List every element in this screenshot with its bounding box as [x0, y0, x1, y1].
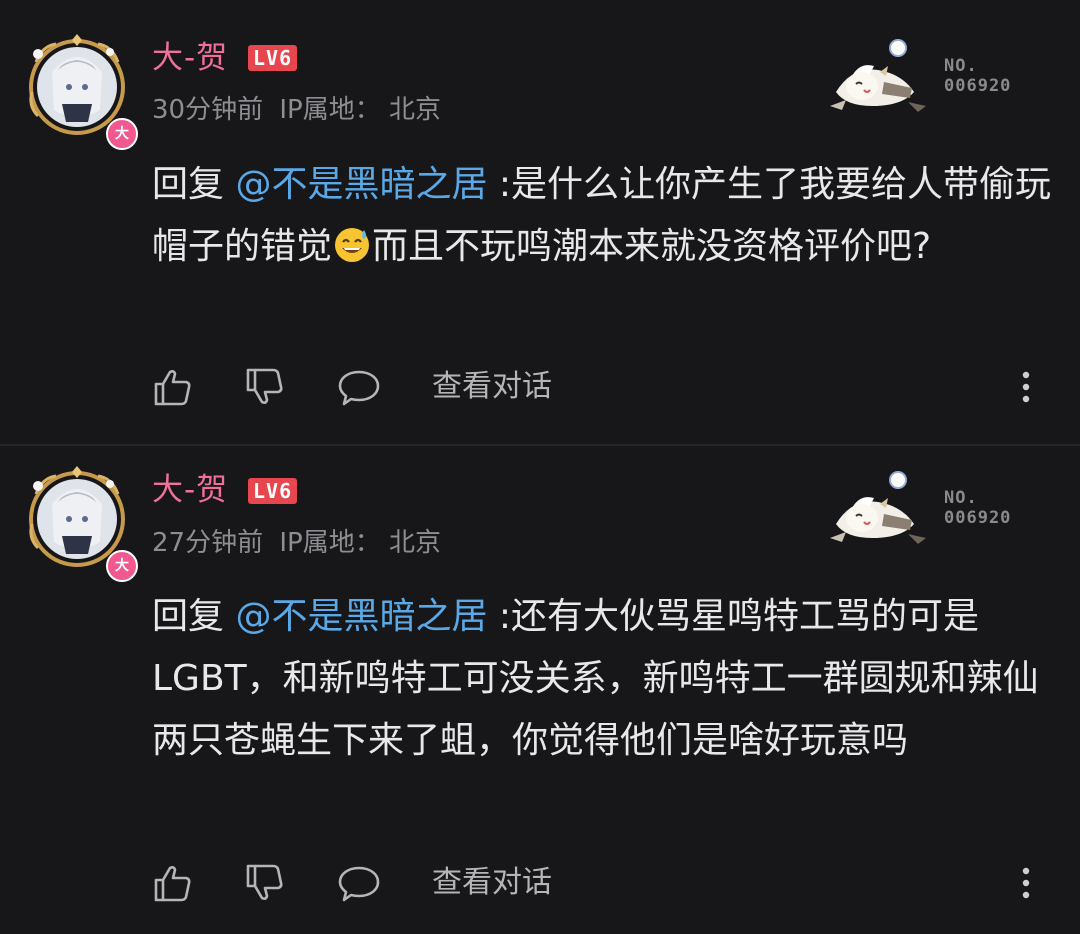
dislike-icon[interactable]	[244, 366, 286, 408]
comment-body: 回复 @不是黑暗之居 :是什么让你产生了我要给人带偷玩帽子的错觉 而且不玩鸣潮本…	[152, 154, 1052, 278]
comment-actions: 查看对话	[0, 362, 1080, 412]
ip-location: 北京	[388, 95, 441, 125]
comment-time: 27分钟前	[152, 528, 264, 558]
mention-link[interactable]: @不是黑暗之居	[235, 596, 487, 637]
username[interactable]: 大-贺	[152, 38, 228, 78]
comment-item: 大 大-贺 LV6 30分钟前 IP属地： 北京 NO. 006920 回复 @…	[0, 0, 1080, 444]
more-icon[interactable]	[1014, 366, 1038, 408]
ip-label: IP属地：	[279, 95, 381, 125]
username[interactable]: 大-贺	[152, 470, 228, 510]
comment-actions: 查看对话	[0, 858, 1080, 908]
avatar-badge: 大	[106, 118, 138, 150]
comment-meta: 30分钟前 IP属地： 北京	[152, 93, 441, 127]
level-badge: LV6	[248, 478, 298, 504]
mention-link[interactable]: @不是黑暗之居	[235, 164, 487, 205]
level-badge: LV6	[248, 45, 298, 71]
avatar[interactable]: 大	[22, 32, 138, 150]
dislike-icon[interactable]	[244, 862, 286, 904]
ip-label: IP属地：	[279, 528, 381, 558]
sweat-smile-emoji	[335, 228, 370, 262]
more-icon[interactable]	[1014, 862, 1038, 904]
comment-text-part2: 而且不玩鸣潮本来就没资格评价吧?	[372, 226, 932, 267]
fan-badge-mascot-image	[830, 39, 926, 112]
fan-number-label: NO.	[944, 488, 978, 508]
like-icon[interactable]	[152, 862, 194, 904]
fan-number-value: 006920	[944, 76, 1012, 96]
ip-location: 北京	[388, 528, 441, 558]
avatar-badge: 大	[106, 550, 138, 582]
reply-prefix: 回复	[152, 164, 225, 205]
comment-time: 30分钟前	[152, 95, 264, 125]
fan-number: NO. 006920	[944, 488, 1011, 528]
view-conversation-button[interactable]: 查看对话	[432, 366, 552, 408]
fan-badge-mascot-image	[830, 471, 926, 544]
view-conversation-button[interactable]: 查看对话	[432, 862, 552, 904]
fan-number: NO. 006920	[944, 56, 1011, 96]
like-icon[interactable]	[152, 366, 194, 408]
reply-icon[interactable]	[338, 366, 380, 408]
comment-item: 大 大-贺 LV6 27分钟前 IP属地： 北京 NO. 006920 回复 @…	[0, 446, 1080, 934]
reply-icon[interactable]	[338, 862, 380, 904]
reply-prefix: 回复	[152, 596, 225, 637]
fan-number-label: NO.	[944, 56, 978, 76]
avatar[interactable]: 大	[22, 464, 138, 582]
comment-meta: 27分钟前 IP属地： 北京	[152, 526, 441, 560]
fan-number-value: 006920	[944, 508, 1012, 528]
comment-body: 回复 @不是黑暗之居 :还有大伙骂星鸣特工骂的可是LGBT，和新鸣特工可没关系，…	[152, 586, 1052, 772]
